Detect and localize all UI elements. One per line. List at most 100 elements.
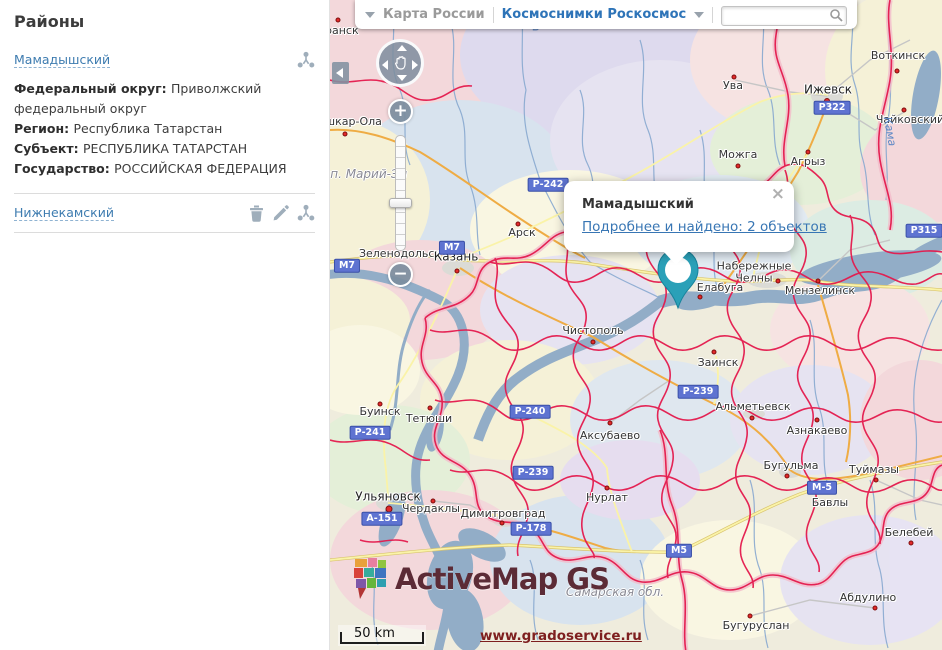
road-badge: Р322: [814, 101, 851, 115]
pan-left-icon[interactable]: [382, 60, 388, 70]
search-icon[interactable]: [829, 8, 843, 22]
map-canvas[interactable]: [330, 0, 942, 650]
map-city-label: Бугуруслан: [723, 620, 790, 632]
road-badge: Р-178: [511, 522, 552, 536]
city-dot: [712, 350, 717, 355]
city-dot: [816, 279, 821, 284]
map-city-label: Абдулино: [840, 592, 897, 604]
scale-bar: 50 km: [338, 625, 426, 646]
city-dot: [343, 132, 348, 137]
district-list: Мамадышский Федеральный округ: Приволжски…: [14, 51, 315, 233]
chevron-down-icon[interactable]: [365, 12, 375, 18]
pan-right-icon[interactable]: [412, 60, 418, 70]
city-dot: [895, 69, 900, 74]
map-city-label: Альметьевск: [716, 401, 791, 413]
map-city-label: Воткинск: [871, 50, 925, 62]
zoom-in-button[interactable]: +: [388, 99, 413, 124]
map-city-label: Арск: [508, 227, 535, 239]
road-badge: Р-239: [678, 385, 719, 399]
road-badge: Р-240: [510, 405, 551, 419]
map-city-label: Елабуга: [697, 282, 744, 294]
city-dot: [873, 606, 878, 611]
chevron-down-icon[interactable]: [694, 12, 704, 18]
map-viewport[interactable]: ЯранскЙошкар-ОлаЗеленодольскКазаньАрскЧи…: [330, 0, 942, 650]
map-city-label: Бавлы: [812, 497, 849, 509]
district-details: Федеральный округ: Приволжский федеральн…: [14, 79, 315, 179]
map-city-label: НабережныеЧелны: [717, 260, 792, 283]
popup-close-icon[interactable]: ×: [771, 186, 785, 203]
list-divider: [14, 232, 315, 233]
activemap-app: Районы Мамадышский Федеральный округ: При…: [0, 0, 942, 650]
city-dot: [500, 521, 505, 526]
city-dot: [428, 406, 433, 411]
map-city-label: Ува: [723, 80, 743, 92]
scale-label: 50 km: [354, 626, 395, 641]
map-city-label: Ижевск: [804, 84, 852, 97]
toolbar-divider: [493, 7, 494, 23]
select-on-map-icon[interactable]: [297, 51, 315, 69]
pan-control[interactable]: [376, 39, 424, 87]
map-city-label: Агрыз: [791, 156, 826, 168]
map-city-label: Чистополь: [562, 325, 623, 337]
sidebar-collapse-button[interactable]: [332, 62, 349, 84]
popup-title: Мамадышский: [582, 197, 694, 212]
activemap-logo-icon: [352, 556, 389, 601]
map-city-label: Тетюши: [406, 413, 452, 425]
toolbar-divider: [712, 7, 713, 23]
active-layer-button[interactable]: Космоснимки Роскосмос: [502, 7, 687, 22]
layer-toolbar: Карта России Космоснимки Роскосмос: [355, 0, 857, 29]
hand-icon: [393, 55, 409, 71]
popup-tail: [663, 251, 689, 265]
district-field: Федеральный округ: Приволжский федеральн…: [14, 79, 315, 119]
base-layer-button[interactable]: Карта России: [383, 7, 485, 22]
list-divider: [14, 193, 315, 194]
search-box: [721, 5, 847, 25]
city-dot: [750, 416, 755, 421]
map-city-label: Нурлат: [586, 492, 628, 504]
map-city-label: Димитровград: [461, 508, 546, 520]
district-actions: [248, 204, 315, 222]
road-badge: Р-239: [513, 466, 554, 480]
map-city-label: Аксубаево: [580, 430, 640, 442]
district-field: Регион: Республика Татарстан: [14, 119, 315, 139]
map-city-label: Буинск: [359, 406, 400, 418]
district-row: Мамадышский: [14, 51, 315, 69]
pan-up-icon[interactable]: [397, 45, 407, 51]
district-actions: [297, 51, 315, 69]
district-link[interactable]: Нижнекамский: [14, 205, 114, 221]
road-badge: М-5: [807, 481, 837, 495]
city-dot: [336, 18, 341, 23]
map-city-label: Белебей: [885, 527, 934, 539]
sidebar: Районы Мамадышский Федеральный округ: При…: [0, 0, 330, 650]
map-city-label: Мензелинск: [785, 285, 855, 297]
edit-icon[interactable]: [272, 204, 290, 222]
district-row: Нижнекамский: [14, 204, 315, 222]
city-dot: [815, 418, 820, 423]
map-city-label: Туймазы: [849, 464, 899, 476]
map-city-label: Чердаклы: [402, 503, 460, 515]
select-on-map-icon[interactable]: [297, 204, 315, 222]
city-dot: [785, 474, 790, 479]
district-link[interactable]: Мамадышский: [14, 52, 110, 68]
popup-details-link[interactable]: Подробнее и найдено: 2 объектов: [582, 219, 827, 235]
zoom-slider-track[interactable]: [395, 135, 406, 251]
delete-icon[interactable]: [248, 204, 265, 222]
city-dot: [806, 150, 811, 155]
page-title: Районы: [14, 12, 315, 31]
zoom-out-button[interactable]: −: [388, 262, 413, 287]
city-dot: [605, 486, 610, 491]
road-badge: М7: [334, 259, 360, 273]
zoom-slider-handle[interactable]: [389, 198, 412, 208]
city-dot: [591, 340, 596, 345]
gradoservice-link[interactable]: www.gradoservice.ru: [480, 628, 642, 644]
map-city-label: Бугульма: [764, 460, 819, 472]
city-dot: [874, 478, 879, 483]
city-dot: [455, 269, 460, 274]
pan-down-icon[interactable]: [397, 75, 407, 81]
city-dot: [608, 421, 613, 426]
city-dot: [736, 164, 741, 169]
road-badge: Р-242: [528, 178, 569, 192]
district-field: Государство: РОССИЙСКАЯ ФЕДЕРАЦИЯ: [14, 159, 315, 179]
map-city-label: Азнакаево: [787, 425, 848, 437]
road-badge: М5: [666, 544, 692, 558]
